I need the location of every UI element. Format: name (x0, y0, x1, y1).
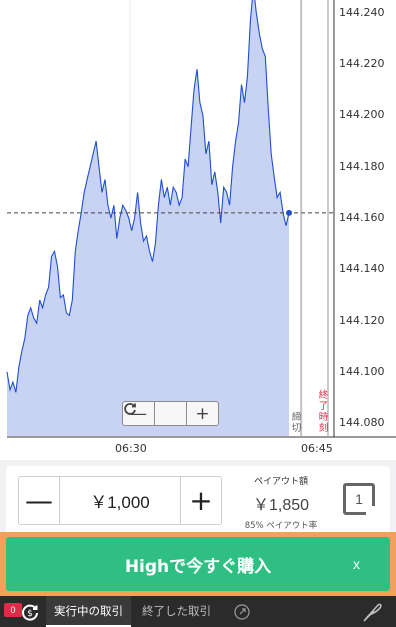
buy-button-label: Highで今すぐ購入 (124, 556, 272, 577)
price-chart[interactable]: 144.240 144.220 144.200 144.180 144.160 144.1… (0, 0, 396, 460)
reset-zoom-button[interactable] (124, 402, 187, 425)
buy-high-button[interactable]: Highで今すぐ購入 x (6, 537, 390, 591)
cutoff-label-char: 締 (291, 412, 302, 423)
tab-active-trades[interactable]: 実行中の取引 (46, 596, 131, 627)
y-tick-label: 144.240 (339, 5, 385, 19)
y-tick-label: 144.220 (339, 57, 385, 71)
tab-closed-trades[interactable]: 終了した取引 (142, 596, 211, 627)
expiry-icon-corner (366, 506, 376, 516)
decrease-amount-button[interactable]: — (19, 477, 59, 524)
y-tick-label: 144.180 (339, 159, 385, 173)
payout-value: ￥1,850 (252, 497, 310, 514)
expiry-label: 終了時刻 (318, 390, 329, 434)
chart-svg (6, 0, 396, 438)
svg-text:$: $ (27, 609, 33, 619)
y-tick-label: 144.100 (339, 364, 385, 378)
expiry-label-char: 終 (318, 390, 329, 401)
expiry-value: 1 (355, 491, 363, 507)
trade-refresh-icon[interactable]: $ (20, 602, 40, 622)
expiry-label-char: 刻 (318, 423, 329, 434)
payout-label: ペイアウト額 (253, 477, 308, 487)
zoom-controls: — + (122, 401, 219, 426)
external-link-icon[interactable] (234, 604, 250, 620)
x-tick-label: 06:30 (115, 442, 147, 455)
price-area-fill (7, 0, 289, 436)
amount-input[interactable]: ￥1,000 (59, 477, 181, 524)
bottom-bar: $ 0 実行中の取引 終了した取引 (0, 596, 396, 627)
y-tick-label: 144.140 (339, 262, 385, 276)
zoom-in-button[interactable]: + (187, 402, 218, 425)
y-tick-label: 144.080 (339, 416, 385, 430)
x-tick-label: 06:45 (301, 442, 333, 455)
buy-button-highlight: Highで今すぐ購入 x (0, 532, 396, 596)
expiry-label-char: 時 (318, 412, 329, 423)
payout-info: ペイアウト額 ￥1,850 85% ペイアウト率 (238, 474, 324, 531)
feather-icon[interactable] (360, 600, 384, 624)
cutoff-label: 締切 (291, 412, 302, 434)
increase-amount-button[interactable]: + (181, 477, 221, 524)
open-trades-badge: 0 (4, 603, 22, 617)
cutoff-label-char: 切 (291, 423, 302, 434)
y-tick-label: 144.120 (339, 313, 385, 327)
refresh-icon (124, 403, 136, 415)
expiry-select-icon[interactable]: 1 (343, 483, 376, 516)
y-tick-label: 144.200 (339, 108, 385, 122)
payout-rate: 85% ペイアウト率 (244, 521, 318, 531)
expiry-label-char: 了 (318, 401, 329, 412)
buy-close-button[interactable]: x (353, 556, 360, 572)
y-tick-label: 144.160 (339, 211, 385, 224)
amount-stepper: — ￥1,000 + (18, 476, 222, 525)
current-price-marker (286, 209, 292, 216)
trade-panel: — ￥1,000 + ペイアウト額 ￥1,850 85% ペイアウト率 1 (6, 466, 390, 536)
